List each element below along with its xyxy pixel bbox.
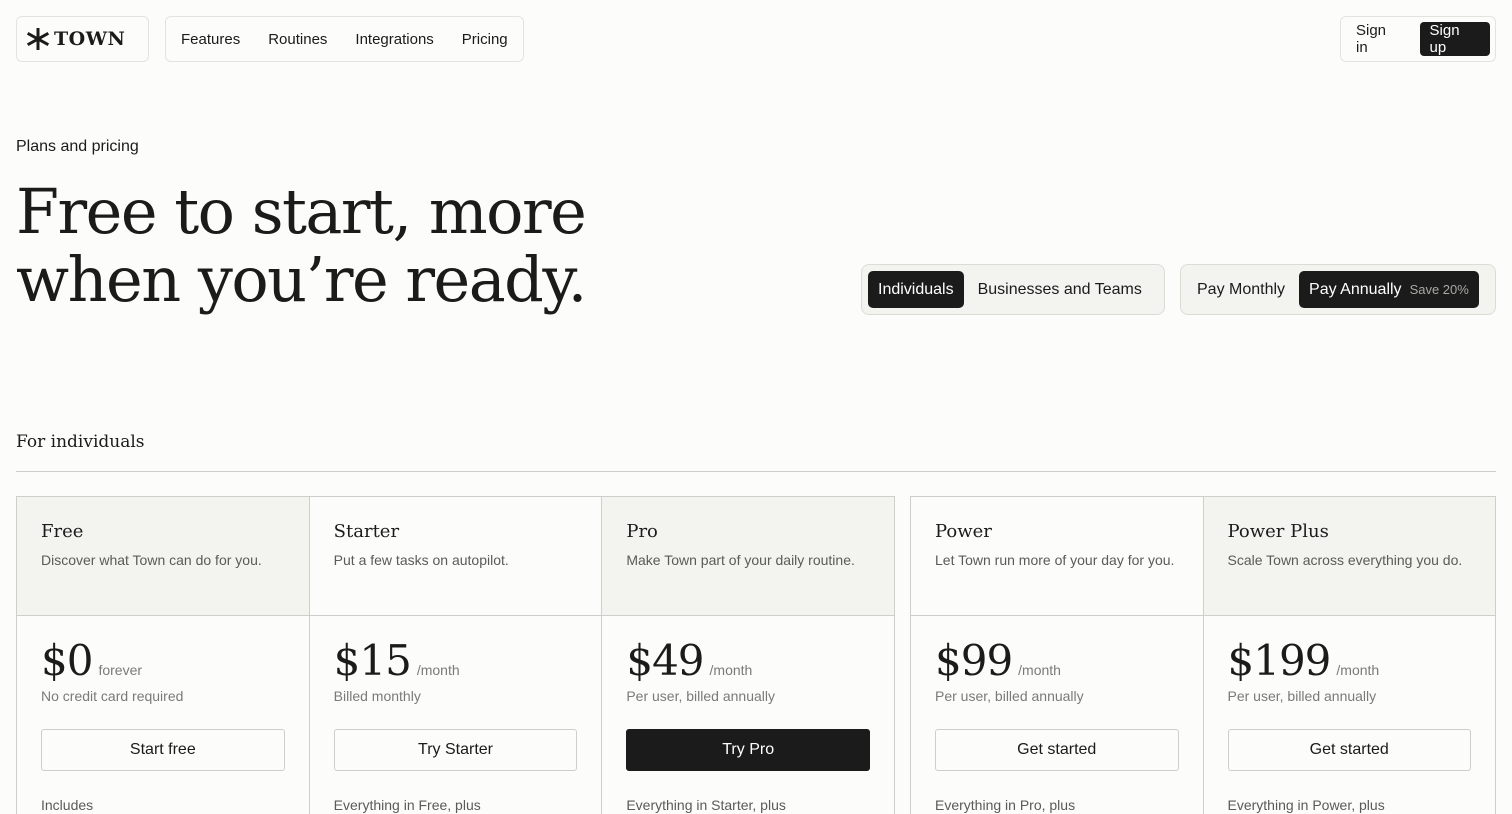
plan-card-pro: Pro Make Town part of your daily routine… [602,497,895,814]
try-pro-button[interactable]: Try Pro [626,729,871,771]
nav-item-integrations[interactable]: Integrations [355,31,433,48]
price-row: $0 forever [41,638,285,684]
nav-item-features[interactable]: Features [181,31,240,48]
includes-label: Includes [41,797,94,813]
includes-label: Everything in Power, plus [1227,797,1385,813]
plan-body: $0 forever No credit card required Start… [17,616,309,813]
plan-name: Pro [626,521,658,542]
price-unit: /month [1018,662,1061,678]
plan-name: Free [41,521,84,542]
plan-body: $15 /month Billed monthly Try Starter Ev… [310,616,602,813]
plan-card-power-plus: Power Plus Scale Town across everything … [1203,497,1496,814]
plan-description: Put a few tasks on autopilot. [333,552,509,568]
price-unit: /month [1336,662,1380,678]
auth-controls: Sign in Sign up [1340,16,1496,62]
page-title: Free to start, more when you’re ready. [16,175,587,316]
plan-price: $49 [626,636,704,685]
price-note: Per user, billed annually [1227,688,1377,704]
plan-name: Power Plus [1227,521,1329,542]
main-nav: Features Routines Integrations Pricing [165,16,524,62]
get-started-power-plus-button[interactable]: Get started [1227,729,1471,771]
plan-card-starter: Starter Put a few tasks on autopilot. $1… [309,497,603,814]
plan-header: Power Plus Scale Town across everything … [1203,497,1495,616]
pay-annually-label: Pay Annually [1309,280,1402,298]
brand-name: TOWN [54,28,126,50]
start-free-button[interactable]: Start free [41,729,285,771]
plan-description: Discover what Town can do for you. [41,552,262,568]
plan-card-power: Power Let Town run more of your day for … [911,497,1204,814]
plan-price: $199 [1227,636,1332,685]
plan-name: Starter [333,521,400,542]
try-starter-button[interactable]: Try Starter [333,729,578,771]
sign-up-button[interactable]: Sign up [1419,22,1490,56]
nav-item-pricing[interactable]: Pricing [462,31,508,48]
toggle-pay-annually[interactable]: Pay Annually Save 20% [1299,271,1479,308]
plan-body: $199 /month Per user, billed annually Ge… [1204,616,1496,813]
section-title: For individuals [16,432,145,452]
plans-group-power: Power Let Town run more of your day for … [910,496,1496,814]
plan-header: Power Let Town run more of your day for … [911,497,1203,616]
price-row: $199 /month [1228,638,1472,684]
toggle-individuals[interactable]: Individuals [868,271,964,308]
price-note: No credit card required [41,688,184,704]
plan-description: Scale Town across everything you do. [1227,552,1463,568]
price-note: Per user, billed annually [935,688,1084,704]
plan-body: $99 /month Per user, billed annually Get… [911,616,1203,813]
audience-toggle: Individuals Businesses and Teams [861,264,1165,315]
plan-price: $99 [935,636,1013,685]
price-unit: forever [98,662,143,678]
plan-name: Power [935,521,992,542]
plan-header: Free Discover what Town can do for you. [17,497,309,616]
plan-header: Starter Put a few tasks on autopilot. [309,497,602,616]
plan-description: Make Town part of your daily routine. [626,552,855,568]
asterisk-logo-icon [27,28,49,50]
price-row: $99 /month [935,638,1179,684]
page-eyebrow: Plans and pricing [16,138,139,155]
price-row: $15 /month [334,638,578,684]
price-note: Billed monthly [333,688,421,704]
section-divider [16,471,1496,472]
plan-card-free: Free Discover what Town can do for you. … [17,497,310,814]
includes-label: Everything in Pro, plus [935,797,1076,813]
toggle-businesses-teams[interactable]: Businesses and Teams [964,271,1156,308]
nav-item-routines[interactable]: Routines [268,31,327,48]
price-note: Per user, billed annually [626,688,775,704]
plan-price: $15 [333,636,412,685]
includes-label: Everything in Free, plus [333,797,481,813]
save-badge: Save 20% [1409,282,1469,297]
toggle-pay-monthly[interactable]: Pay Monthly [1197,281,1285,299]
sign-in-link[interactable]: Sign in [1356,22,1402,56]
billing-toggle: Pay Monthly Pay Annually Save 20% [1180,264,1496,315]
plans-group-basic: Free Discover what Town can do for you. … [16,496,895,814]
get-started-power-button[interactable]: Get started [935,729,1179,771]
plan-body: $49 /month Per user, billed annually Try… [602,616,894,813]
includes-label: Everything in Starter, plus [626,797,786,813]
plan-header: Pro Make Town part of your daily routine… [602,497,895,616]
price-unit: /month [709,662,753,678]
price-row: $49 /month [626,638,870,684]
plan-price: $0 [41,636,93,685]
plan-description: Let Town run more of your day for you. [935,552,1175,568]
price-unit: /month [416,662,460,678]
brand-logo[interactable]: TOWN [16,16,149,62]
